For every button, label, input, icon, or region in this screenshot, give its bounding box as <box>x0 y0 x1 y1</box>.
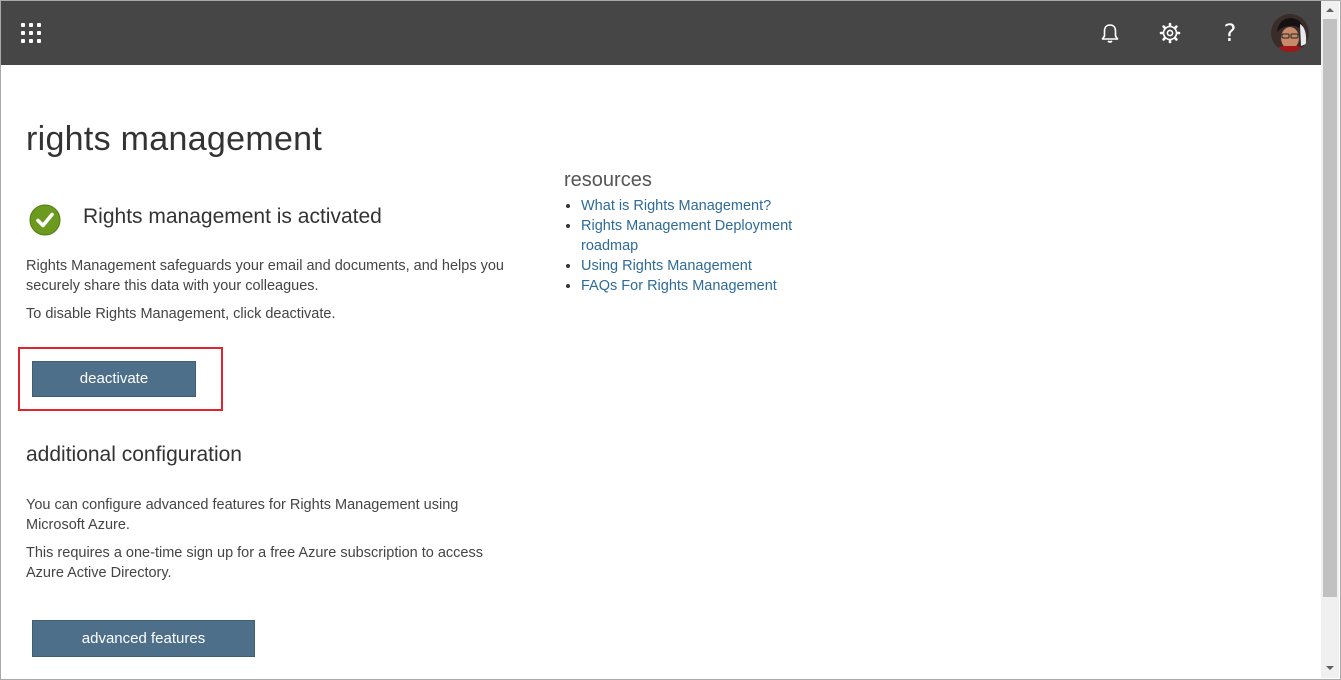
resources-heading: resources <box>564 169 652 191</box>
additional-config-text-2: This requires a one-time sign up for a f… <box>26 545 483 581</box>
bell-icon[interactable] <box>1096 19 1124 47</box>
avatar[interactable] <box>1271 14 1309 52</box>
waffle-icon[interactable] <box>21 23 41 43</box>
list-item: What is Rights Management? <box>581 196 841 216</box>
additional-configuration-heading: additional configuration <box>26 443 242 466</box>
disable-hint-text: To disable Rights Management, click deac… <box>26 306 336 322</box>
page-title: rights management <box>26 120 323 158</box>
list-item: Rights Management Deployment roadmap <box>581 216 841 256</box>
gear-icon[interactable] <box>1156 19 1184 47</box>
checkmark-circle-icon <box>29 204 61 236</box>
scrollbar-thumb[interactable] <box>1323 19 1337 597</box>
top-navigation-bar: ? <box>1 1 1321 65</box>
vertical-scrollbar[interactable] <box>1321 1 1339 678</box>
resource-link-what-is-rms[interactable]: What is Rights Management? <box>581 198 771 214</box>
resources-list: What is Rights Management? Rights Manage… <box>564 196 841 296</box>
list-item: Using Rights Management <box>581 256 841 276</box>
status-heading: Rights management is activated <box>83 205 382 228</box>
scroll-up-arrow-icon[interactable] <box>1321 3 1339 17</box>
scroll-down-arrow-icon[interactable] <box>1321 661 1339 675</box>
resource-link-faqs[interactable]: FAQs For Rights Management <box>581 278 777 294</box>
resource-link-using-rms[interactable]: Using Rights Management <box>581 258 752 274</box>
rights-management-description: Rights Management safeguards your email … <box>26 258 504 294</box>
advanced-features-button[interactable]: advanced features <box>32 620 255 657</box>
help-icon[interactable]: ? <box>1216 19 1244 47</box>
deactivate-button[interactable]: deactivate <box>32 361 196 397</box>
resource-link-deployment-roadmap[interactable]: Rights Management Deployment roadmap <box>581 218 792 254</box>
list-item: FAQs For Rights Management <box>581 276 841 296</box>
additional-config-text-1: You can configure advanced features for … <box>26 497 459 533</box>
